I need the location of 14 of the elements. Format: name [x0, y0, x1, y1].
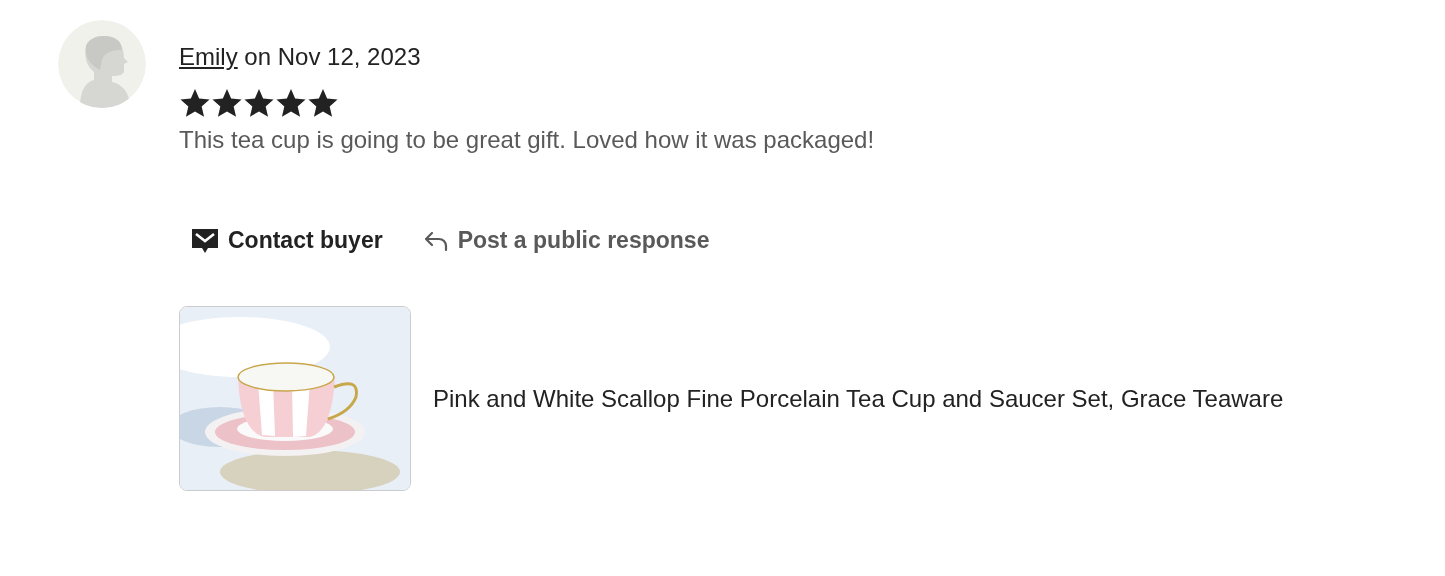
star-icon: [211, 87, 243, 119]
star-icon: [307, 87, 339, 119]
star-icon: [179, 87, 211, 119]
contact-buyer-button[interactable]: Contact buyer: [191, 223, 383, 258]
avatar-icon: [58, 20, 146, 108]
star-icon: [275, 87, 307, 119]
reply-arrow-icon: [422, 229, 449, 252]
public-response-button[interactable]: Post a public response: [422, 223, 710, 258]
message-icon: [191, 227, 219, 254]
review-text: This tea cup is going to be great gift. Loved how it was packaged!: [179, 125, 876, 155]
review-byline: Emily on Nov 12, 2023: [179, 42, 422, 72]
star-icon: [243, 87, 275, 119]
product-title[interactable]: Pink and White Scallop Fine Porcelain Tea Cup and Saucer Set, Grace Teaware: [433, 384, 1284, 413]
reviewer-link[interactable]: Emily: [179, 43, 238, 70]
